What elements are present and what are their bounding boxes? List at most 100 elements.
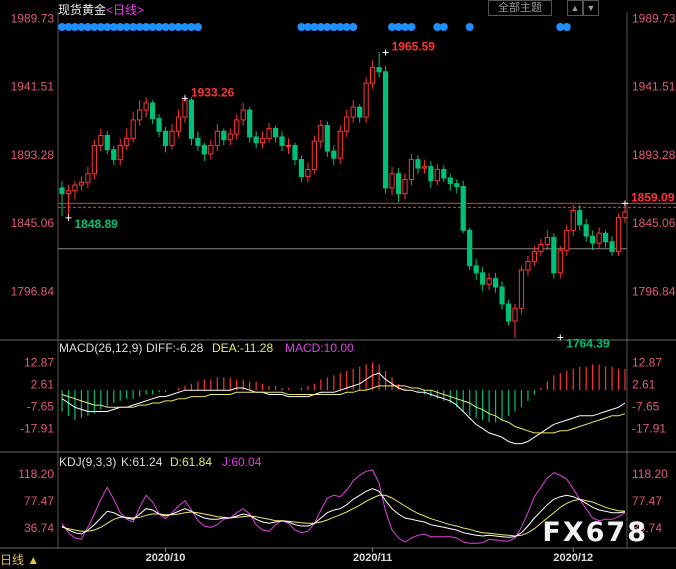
event-marker — [349, 23, 358, 31]
candle-body — [395, 173, 402, 195]
candle-body — [415, 159, 421, 169]
event-marker — [465, 23, 474, 31]
candle-body — [480, 272, 486, 285]
price-tick-right: 1845.06 — [632, 216, 676, 230]
candle-body — [285, 144, 292, 147]
candle-body — [111, 149, 117, 161]
candle-body — [130, 119, 136, 139]
price-annotation: 1764.39 — [566, 336, 610, 350]
candle-body — [609, 241, 615, 253]
candle-body — [570, 210, 576, 231]
price-tick-left: 1989.73 — [11, 11, 55, 25]
price-indicator-chart: 1989.73 1989.73 1941.51 1941.51 1893.28 1893.… — [0, 11, 676, 564]
candle-body — [441, 169, 447, 179]
macd-tick-right: -17.91 — [632, 421, 666, 435]
candle-body — [85, 173, 91, 183]
kdj-legend-j: J:60.04 — [222, 455, 262, 469]
candle-body — [104, 135, 110, 151]
candle-body — [376, 67, 382, 73]
candle-body — [260, 137, 266, 144]
candle-body — [266, 127, 272, 139]
candle-body — [305, 169, 311, 178]
candle-body — [208, 144, 214, 155]
candle-body — [59, 187, 65, 195]
candle-body — [421, 166, 427, 169]
candle-body — [117, 144, 123, 161]
price-tick-left: 1796.84 — [11, 285, 55, 299]
candle-body — [428, 166, 434, 182]
candle-body — [602, 232, 609, 243]
price-tick-right: 1893.28 — [632, 148, 676, 162]
price-annotation: 1859.09 — [631, 190, 675, 204]
candle-body — [143, 102, 149, 111]
x-tick-label: 2020/10 — [146, 552, 186, 564]
kdj-tick-left: 77.47 — [24, 494, 54, 508]
price-annotation: 1848.89 — [74, 217, 118, 231]
candle-body — [169, 130, 175, 146]
candle-body — [622, 211, 628, 219]
kdj-title: KDJ(9,3,3) — [59, 455, 116, 469]
candle-body — [370, 67, 376, 84]
event-marker — [562, 23, 571, 31]
candle-body — [557, 249, 563, 274]
macd-tick-right: -7.65 — [632, 400, 660, 414]
candle-body — [221, 130, 227, 141]
candle-body — [434, 169, 440, 182]
price-tick-left: 1893.28 — [11, 148, 55, 162]
candle-body — [499, 286, 505, 305]
bottom-period-toggle[interactable]: 日线 ▲ — [0, 551, 39, 568]
x-tick-label: 2020/11 — [353, 552, 392, 564]
candle-body — [525, 261, 531, 271]
candle-body — [363, 82, 369, 118]
candle-body — [162, 130, 169, 146]
candle-body — [279, 136, 285, 146]
candle-body — [227, 133, 233, 141]
candle-body — [577, 210, 583, 226]
candle-body — [234, 119, 240, 135]
candle-body — [124, 137, 130, 146]
candle-body — [564, 229, 570, 251]
price-annotation: 1965.59 — [392, 40, 436, 54]
price-tick-right: 1796.84 — [632, 285, 676, 299]
macd-title: MACD(26,12,9) — [59, 341, 142, 355]
macd-tick-left: 12.87 — [24, 356, 54, 370]
kdj-d-line — [61, 494, 626, 537]
candle-body — [538, 244, 544, 253]
candle-body — [298, 159, 305, 178]
x-tick-label: 2020/12 — [553, 552, 593, 564]
candle-body — [454, 183, 460, 187]
candle-body — [344, 116, 350, 132]
candle-body — [447, 177, 453, 185]
candle-body — [247, 109, 253, 138]
candle-body — [389, 173, 395, 189]
candle-body — [175, 116, 182, 132]
candle-body — [272, 127, 279, 138]
candle-body — [311, 140, 317, 171]
event-marker — [407, 23, 416, 31]
price-tick-left: 1941.51 — [11, 80, 55, 94]
macd-tick-right: 2.61 — [632, 378, 656, 392]
candle-body — [583, 224, 589, 237]
candle-body — [467, 229, 473, 267]
chart-stage: 现货黄金<日线> 全部主题 ▲ ▼ 1989.73 1989.73 1941.51 1… — [0, 0, 676, 569]
candle-body — [505, 303, 512, 322]
watermark: FX678 — [542, 517, 648, 548]
candle-body — [408, 159, 415, 180]
candle-body — [492, 278, 499, 288]
candle-body — [350, 106, 356, 118]
candle-body — [188, 99, 195, 139]
price-tick-right: 1989.73 — [632, 11, 676, 25]
macd-legend-diff: DIFF:-6.28 — [146, 341, 204, 355]
candle-body — [98, 135, 104, 146]
kdj-tick-right: 118.20 — [632, 467, 668, 481]
kdj-tick-left: 118.20 — [18, 467, 54, 481]
candle-body — [292, 144, 298, 161]
candle-body — [78, 181, 85, 186]
macd-tick-left: 2.61 — [31, 378, 55, 392]
candle-body — [214, 130, 220, 146]
macd-tick-left: -17.91 — [20, 421, 54, 435]
candle-body — [240, 109, 246, 121]
candle-body — [195, 137, 201, 146]
candle-body — [201, 144, 207, 155]
candle-body — [337, 130, 343, 159]
